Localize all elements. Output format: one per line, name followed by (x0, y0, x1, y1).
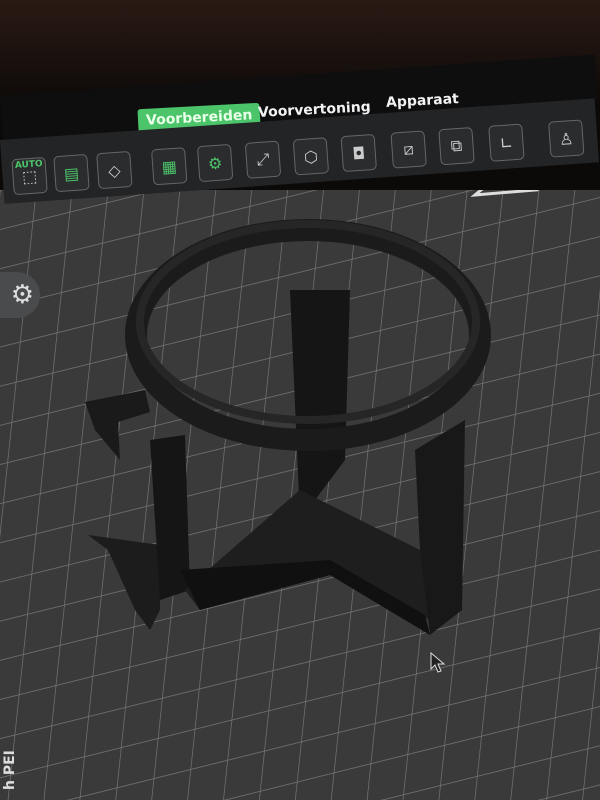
mouse-cursor-icon (430, 652, 446, 673)
auto-orient-button[interactable]: AUTO ⬚ (11, 156, 48, 196)
plate-label: h PEI (2, 750, 18, 790)
boolean-icon: ⧉ (450, 135, 463, 156)
gear-icon: ⚙ (10, 280, 34, 310)
arrange-button[interactable]: ▤ (53, 153, 90, 193)
split-icon: ⧄ (402, 139, 415, 159)
build-plate (0, 190, 600, 800)
assembly-button[interactable]: ♙ (548, 119, 585, 158)
support-paint-button[interactable]: ⬡ (292, 137, 330, 176)
plate-settings-button[interactable]: ⚙ (196, 143, 234, 183)
support-paint-icon: ⬡ (303, 146, 319, 167)
lay-on-face-button[interactable]: ◇ (96, 150, 133, 190)
arrange-plates-button[interactable]: ▦ (151, 147, 188, 186)
boolean-button[interactable]: ⧉ (438, 127, 475, 166)
auto-label: AUTO (14, 159, 44, 172)
measure-icon: ∟ (499, 132, 514, 153)
cut-button[interactable]: ◘ (340, 133, 377, 173)
arrange-plates-icon: ▦ (161, 156, 178, 177)
split-button[interactable]: ⧄ (390, 130, 427, 169)
3d-viewport[interactable] (0, 190, 600, 800)
lay-on-face-icon: ◇ (107, 160, 122, 181)
scale-button[interactable]: ⤢ (244, 140, 282, 179)
plate-settings-icon: ⚙ (207, 153, 223, 174)
arrange-icon: ▤ (63, 163, 80, 184)
measure-button[interactable]: ∟ (488, 123, 525, 162)
assembly-icon: ♙ (558, 128, 575, 149)
cut-icon: ◘ (351, 143, 366, 163)
scale-icon: ⤢ (255, 149, 271, 170)
